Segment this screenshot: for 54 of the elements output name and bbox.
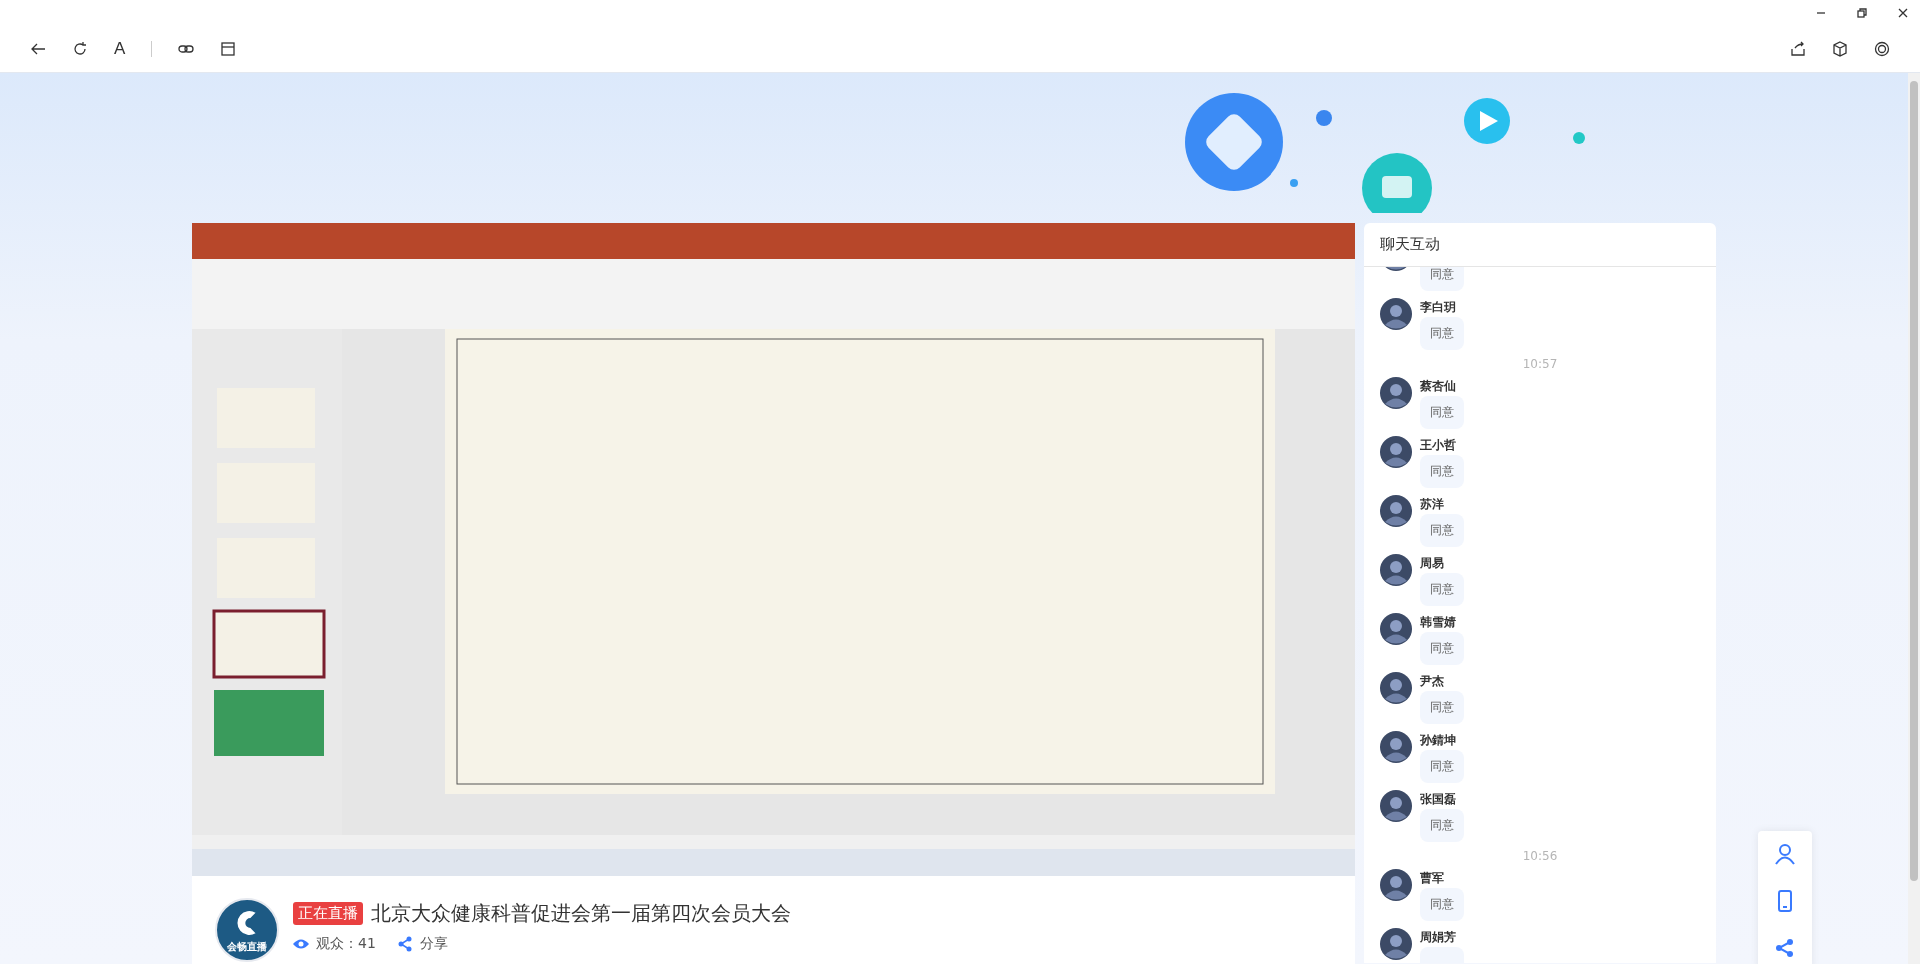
target-icon[interactable] xyxy=(1874,41,1890,57)
sender-name: 苏洋 xyxy=(1420,496,1444,513)
stream-title: 北京大众健康科普促进会第一届第四次会员大会 xyxy=(371,900,791,927)
message-bubble: 同意 xyxy=(1420,691,1464,724)
channel-logo: 会畅直播 xyxy=(215,898,279,962)
font-button[interactable]: A xyxy=(114,39,126,59)
sender-name: 张国磊 xyxy=(1420,791,1456,808)
message-bubble: 同意 xyxy=(1420,514,1464,547)
message-bubble: 同意 xyxy=(1420,317,1464,350)
message-bubble: 同意 xyxy=(1420,888,1464,921)
timestamp: 10:57 xyxy=(1521,356,1559,373)
avatar xyxy=(1380,790,1412,822)
avatar xyxy=(1380,495,1412,527)
message-bubble: 同意 xyxy=(1420,267,1464,291)
person-icon[interactable] xyxy=(1774,843,1796,865)
eye-icon xyxy=(293,938,309,950)
sender-name: 尹杰 xyxy=(1420,673,1444,690)
message-bubble: 同意 xyxy=(1420,573,1464,606)
message-bubble: 同意 xyxy=(1420,396,1464,429)
restore-icon[interactable] xyxy=(1856,7,1868,19)
sender-name: 孙錆坤 xyxy=(1420,732,1456,749)
live-badge: 正在直播 xyxy=(293,902,363,925)
avatar xyxy=(1380,298,1412,330)
avatar xyxy=(1380,869,1412,901)
sender-name: 李白玥 xyxy=(1420,299,1456,316)
avatar xyxy=(1380,928,1412,960)
close-icon[interactable] xyxy=(1897,7,1909,19)
share-link[interactable]: 分享 xyxy=(419,935,448,953)
message-bubble: 同意 xyxy=(1420,750,1464,783)
back-icon[interactable] xyxy=(30,41,46,57)
sender-name: 周娟芳 xyxy=(1420,929,1456,946)
message-bubble: 同意 xyxy=(1420,455,1464,488)
avatar xyxy=(1380,436,1412,468)
timestamp: 10:56 xyxy=(1521,848,1559,865)
avatar xyxy=(1380,672,1412,704)
share-icon[interactable] xyxy=(1790,41,1806,57)
message-bubble: 同意 xyxy=(1420,809,1464,842)
sender-name: 周易 xyxy=(1420,555,1444,572)
avatar xyxy=(1380,377,1412,409)
message-bubble: 同意 xyxy=(1420,632,1464,665)
layout-icon[interactable] xyxy=(220,41,237,57)
scrollbar-thumb[interactable] xyxy=(1910,81,1918,881)
sender-name: 韩雪婧 xyxy=(1420,614,1456,631)
avatar xyxy=(1380,554,1412,586)
sender-name: 王小哲 xyxy=(1420,437,1456,454)
sender-name: 曹军 xyxy=(1420,870,1444,887)
chat-title: 聊天互动 xyxy=(1380,235,1440,254)
avatar xyxy=(1380,731,1412,763)
sender-name: 蔡杏仙 xyxy=(1420,378,1456,395)
scrollbar[interactable] xyxy=(1908,73,1920,964)
cube-icon[interactable] xyxy=(1832,41,1848,57)
refresh-icon[interactable] xyxy=(72,41,88,57)
viewer-count: 观众：41 xyxy=(316,935,376,953)
avatar xyxy=(1380,613,1412,645)
